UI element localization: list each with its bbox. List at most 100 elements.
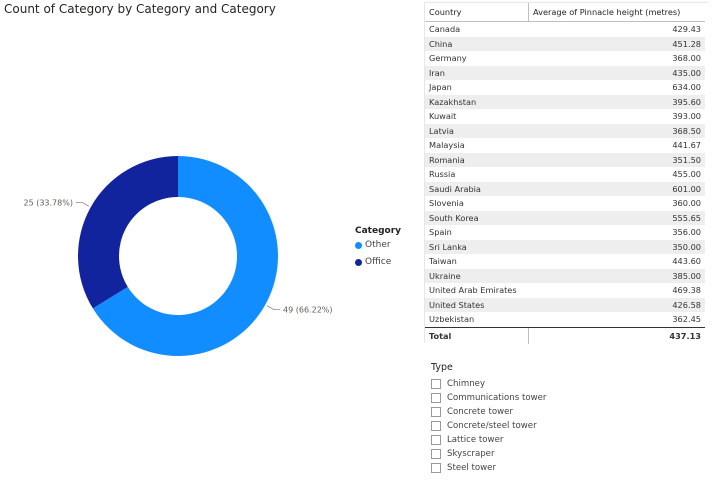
slicer-option[interactable]: Lattice tower bbox=[431, 433, 546, 447]
average-height-cell: 385.00 bbox=[528, 268, 705, 283]
chart-legend: Category Other Office bbox=[355, 226, 401, 274]
checkbox-icon[interactable] bbox=[431, 421, 441, 431]
legend-dot-icon bbox=[355, 258, 362, 266]
checkbox-icon[interactable] bbox=[431, 463, 441, 473]
table-row[interactable]: Japan 634.00 bbox=[425, 80, 705, 95]
country-cell: Taiwan bbox=[425, 254, 529, 269]
data-label-leader-line bbox=[75, 201, 90, 207]
country-table: Country Average of Pinnacle height (metr… bbox=[425, 3, 705, 344]
country-cell: United States bbox=[425, 297, 529, 312]
data-label-leader-line bbox=[266, 305, 281, 311]
average-height-cell: 362.45 bbox=[528, 312, 705, 327]
country-cell: Kazakhstan bbox=[425, 94, 529, 109]
total-label: Total bbox=[425, 326, 529, 344]
average-height-cell: 350.00 bbox=[528, 239, 705, 254]
country-cell: Canada bbox=[425, 21, 529, 37]
data-label-other: 49 (66.22%) bbox=[283, 306, 332, 315]
country-cell: United Arab Emirates bbox=[425, 283, 529, 298]
average-height-cell: 351.50 bbox=[528, 152, 705, 167]
country-table-visual[interactable]: Country Average of Pinnacle height (metr… bbox=[424, 2, 709, 344]
average-height-cell: 356.00 bbox=[528, 225, 705, 240]
table-row[interactable]: Russia 455.00 bbox=[425, 167, 705, 182]
legend-item-other[interactable]: Other bbox=[355, 240, 401, 250]
average-height-cell: 393.00 bbox=[528, 109, 705, 124]
average-height-cell: 634.00 bbox=[528, 80, 705, 95]
slicer-title: Type bbox=[431, 362, 453, 373]
slicer-option[interactable]: Concrete/steel tower bbox=[431, 419, 546, 433]
slicer-option-label: Concrete/steel tower bbox=[447, 421, 537, 431]
country-cell: Spain bbox=[425, 225, 529, 240]
donut-chart-visual[interactable]: Count of Category by Category and Catego… bbox=[0, 0, 412, 486]
slicer-option-label: Lattice tower bbox=[447, 435, 504, 445]
table-row[interactable]: United Arab Emirates 469.38 bbox=[425, 283, 705, 298]
slicer-option-label: Skyscraper bbox=[447, 449, 495, 459]
slicer-option[interactable]: Communications tower bbox=[431, 391, 546, 405]
checkbox-icon[interactable] bbox=[431, 435, 441, 445]
table-row[interactable]: Ukraine 385.00 bbox=[425, 268, 705, 283]
average-height-cell: 435.00 bbox=[528, 65, 705, 80]
average-height-cell: 601.00 bbox=[528, 181, 705, 196]
table-row[interactable]: United States 426.58 bbox=[425, 297, 705, 312]
table-row[interactable]: Sri Lanka 350.00 bbox=[425, 239, 705, 254]
table-row[interactable]: Uzbekistan 362.45 bbox=[425, 312, 705, 327]
checkbox-icon[interactable] bbox=[431, 393, 441, 403]
table-row[interactable]: Malaysia 441.67 bbox=[425, 138, 705, 153]
table-row[interactable]: Germany 368.00 bbox=[425, 51, 705, 66]
checkbox-icon[interactable] bbox=[431, 449, 441, 459]
legend-label: Other bbox=[365, 240, 391, 250]
table-row[interactable]: South Korea 555.65 bbox=[425, 210, 705, 225]
table-row[interactable]: Kazakhstan 395.60 bbox=[425, 94, 705, 109]
table-row[interactable]: Slovenia 360.00 bbox=[425, 196, 705, 211]
table-row[interactable]: Latvia 368.50 bbox=[425, 123, 705, 138]
slicer-option-label: Steel tower bbox=[447, 463, 496, 473]
country-cell: Latvia bbox=[425, 123, 529, 138]
slicer-option-label: Chimney bbox=[447, 379, 486, 389]
donut-slice-office[interactable] bbox=[77, 156, 178, 309]
type-slicer: Type Chimney Communications tower Concrete… bbox=[431, 362, 546, 475]
legend-label: Office bbox=[365, 257, 392, 267]
country-cell: Japan bbox=[425, 80, 529, 95]
slicer-option[interactable]: Steel tower bbox=[431, 461, 546, 475]
average-height-cell: 360.00 bbox=[528, 196, 705, 211]
column-header-average-height[interactable]: Average of Pinnacle height (metres) bbox=[528, 3, 705, 22]
average-height-cell: 469.38 bbox=[528, 283, 705, 298]
donut-chart[interactable]: 49 (66.22%) 25 (33.78%) bbox=[0, 0, 412, 486]
average-height-cell: 429.43 bbox=[528, 21, 705, 37]
average-height-cell: 441.67 bbox=[528, 138, 705, 153]
legend-item-office[interactable]: Office bbox=[355, 257, 401, 267]
table-row[interactable]: Spain 356.00 bbox=[425, 225, 705, 240]
country-cell: Iran bbox=[425, 65, 529, 80]
average-height-cell: 451.28 bbox=[528, 36, 705, 51]
legend-title: Category bbox=[355, 226, 402, 236]
data-label-office: 25 (33.78%) bbox=[23, 198, 72, 207]
country-cell: Germany bbox=[425, 51, 529, 66]
slicer-option-label: Communications tower bbox=[447, 393, 547, 403]
table-row[interactable]: Kuwait 393.00 bbox=[425, 109, 705, 124]
average-height-cell: 368.00 bbox=[528, 51, 705, 66]
legend-dot-icon bbox=[355, 241, 362, 249]
country-cell: Malaysia bbox=[425, 138, 529, 153]
country-cell: Kuwait bbox=[425, 109, 529, 124]
country-cell: Saudi Arabia bbox=[425, 181, 529, 196]
country-cell: Ukraine bbox=[425, 268, 529, 283]
average-height-cell: 426.58 bbox=[528, 297, 705, 312]
slicer-option[interactable]: Concrete tower bbox=[431, 405, 546, 419]
table-total-row: Total 437.13 bbox=[425, 326, 705, 344]
average-height-cell: 455.00 bbox=[528, 167, 705, 182]
table-row[interactable]: Iran 435.00 bbox=[425, 65, 705, 80]
country-cell: Russia bbox=[425, 167, 529, 182]
checkbox-icon[interactable] bbox=[431, 379, 441, 389]
table-row[interactable]: China 451.28 bbox=[425, 36, 705, 51]
slicer-option[interactable]: Chimney bbox=[431, 377, 546, 391]
slicer-option[interactable]: Skyscraper bbox=[431, 447, 546, 461]
table-row[interactable]: Taiwan 443.60 bbox=[425, 254, 705, 269]
country-cell: Slovenia bbox=[425, 196, 529, 211]
table-row[interactable]: Canada 429.43 bbox=[425, 21, 705, 37]
slicer-option-label: Concrete tower bbox=[447, 407, 513, 417]
column-header-country[interactable]: Country bbox=[425, 3, 529, 22]
checkbox-icon[interactable] bbox=[431, 407, 441, 417]
average-height-cell: 555.65 bbox=[528, 210, 705, 225]
country-cell: Romania bbox=[425, 152, 529, 167]
table-row[interactable]: Romania 351.50 bbox=[425, 152, 705, 167]
table-row[interactable]: Saudi Arabia 601.00 bbox=[425, 181, 705, 196]
